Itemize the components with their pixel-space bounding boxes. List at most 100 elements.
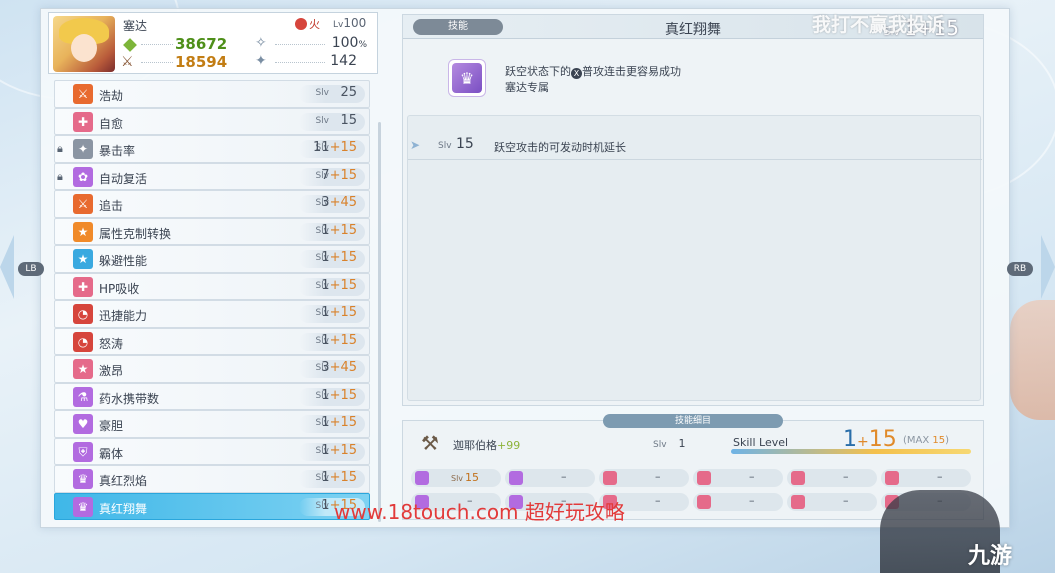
skill-list: ⚔ 浩劫 Slv 25 ✚ 自愈 Slv 15 🔒︎ ✦ 暴击率 Slv 11+15 🔒︎ ✿ 自动复活 Slv… — [54, 80, 370, 520]
skill-name: 真红烈焰 — [99, 474, 148, 488]
character-portrait — [53, 16, 115, 72]
rb-button[interactable]: RB — [1007, 262, 1033, 276]
skill-row[interactable]: ♛ 真红翔舞 Slv 1+15 — [54, 492, 370, 520]
slot-value: – — [843, 494, 849, 507]
cross-icon: ✚ — [73, 111, 93, 132]
left-panel: 塞达 火 Lv100 ⚔ 38672 18594 ✧ ✦ 100% 142 ⚔ 浩… — [48, 12, 381, 524]
slot-icon — [791, 495, 805, 509]
prev-page-arrow[interactable] — [0, 235, 14, 299]
slot-icon — [885, 471, 899, 485]
hp-value: 38672 — [175, 35, 228, 53]
attack-value: 18594 — [175, 53, 228, 71]
character-icon: ♛ — [73, 496, 93, 517]
slot-value: – — [749, 470, 755, 483]
watermark-top: 我打不赢我投诉 — [812, 14, 946, 36]
skill-row[interactable]: ★ 躲避性能 Slv 1+15 — [54, 245, 370, 273]
slot-icon — [697, 471, 711, 485]
watermark-bottom: www.18touch.com 超好玩攻略 — [334, 500, 625, 524]
crit-icon: ✦ — [73, 139, 93, 159]
skill-row[interactable]: 🔒︎ ✦ 暴击率 Slv 11+15 — [54, 135, 370, 163]
star-icon: ★ — [73, 221, 93, 242]
revive-icon: ✿ — [73, 166, 93, 187]
next-page-arrow[interactable] — [1041, 235, 1055, 299]
slot-value: – — [843, 470, 849, 483]
skill-level-label: Skill Level — [733, 436, 789, 449]
skill-row[interactable]: ★ 属性克制转换 Slv 1+15 — [54, 217, 370, 245]
skill-row[interactable]: 🔒︎ ✿ 自动复活 Slv 7+15 — [54, 162, 370, 190]
skill-name: 怒涛 — [99, 336, 124, 351]
skill-name: 迅捷能力 — [99, 309, 148, 323]
character-card: 塞达 火 Lv100 ⚔ 38672 18594 ✧ ✦ 100% 142 — [48, 12, 378, 74]
skill-level-label: Slv — [315, 115, 329, 126]
slot-value: – — [749, 494, 755, 507]
skill-slot[interactable]: – — [787, 493, 877, 511]
arrow-right-icon: ➤ — [410, 138, 421, 152]
skill-slot[interactable]: – — [693, 469, 783, 487]
skill-name: 自动复活 — [99, 171, 148, 186]
skill-level-value: 25 — [340, 85, 357, 100]
skill-slot[interactable]: – — [505, 469, 595, 487]
character-name: 塞达 — [123, 19, 148, 33]
speed-icon: ◔ — [73, 331, 93, 352]
skill-level-value: 1+15 — [321, 415, 357, 430]
x-button-icon: X — [571, 68, 582, 79]
skill-level-label: Slv — [315, 88, 329, 98]
effect-list: ➤ Slv 15 跃空攻击的可发动时机延长 — [407, 115, 982, 401]
star-icon: ★ — [73, 359, 93, 379]
skill-name: 躲避性能 — [99, 254, 148, 268]
shield-icon: ⛨ — [73, 441, 93, 462]
skill-level-value: 3+45 — [321, 195, 357, 210]
skill-level-value: 1+15 — [321, 305, 357, 320]
skill-level-value: 1+15 — [321, 387, 357, 403]
skill-row[interactable]: ⚔ 浩劫 Slv 25 — [54, 80, 370, 108]
skill-row[interactable]: ★ 激昂 Slv 3+45 — [54, 355, 370, 383]
skill-row[interactable]: ♥ 豪胆 Slv 1+15 — [54, 410, 370, 438]
weapon-skill-level: Slv 1 — [653, 437, 686, 450]
slot-value: – — [561, 470, 567, 483]
skill-slot[interactable]: – — [881, 469, 971, 487]
skill-row[interactable]: ◔ 怒涛 Slv 1+15 — [54, 327, 370, 355]
slot-icon — [697, 495, 711, 509]
skill-slot[interactable]: – — [787, 469, 877, 487]
skill-level-value: 15 — [340, 112, 357, 128]
character-icon: ♛ — [452, 63, 482, 93]
weapon-icon: ⚒ — [421, 431, 439, 455]
skill-name: 自愈 — [99, 116, 124, 131]
skill-stat-icon: ✦ — [255, 53, 267, 69]
slot-icon — [415, 471, 429, 485]
skill-list-scrollbar[interactable] — [378, 122, 381, 522]
lb-button[interactable]: LB — [18, 262, 44, 276]
skill-row[interactable]: ✚ 自愈 Slv 15 — [54, 107, 370, 135]
skill-name: 真红翔舞 — [99, 501, 148, 516]
fire-icon — [295, 18, 307, 30]
effect-row: ➤ Slv 15 跃空攻击的可发动时机延长 — [408, 130, 982, 160]
skill-level-value: 1+15 — [321, 442, 357, 458]
skill-detail-panel: 技能 真红翔舞 Slv 1+15 ♛ 跃空状态下的 X 普攻连击更容易成功 塞达专属 … — [402, 14, 984, 406]
character-level: Lv100 — [333, 16, 367, 30]
skill-row[interactable]: ◔ 迅捷能力 Slv 1+15 — [54, 300, 370, 328]
skill-level-value: 1+15 — [321, 250, 357, 265]
slot-icon — [603, 471, 617, 485]
skill-row[interactable]: ✚ HP吸收 Slv 1+15 — [54, 272, 370, 300]
crit-icon: ✧ — [255, 35, 267, 51]
skill-row[interactable]: ♛ 真红烈焰 Slv 1+15 — [54, 465, 370, 493]
attack-icon: ⚔ — [121, 54, 134, 70]
skill-level-value: 1+15 — [321, 277, 357, 293]
skill-row[interactable]: ⚗ 药水携带数 Slv 1+15 — [54, 382, 370, 410]
lock-icon: 🔒︎ — [57, 169, 63, 183]
skill-level-value: 7+15 — [321, 167, 357, 183]
skill-level-total: 1+15 — [843, 427, 897, 452]
skill-row[interactable]: ⛨ 霸体 Slv 1+15 — [54, 437, 370, 465]
speed-icon: ◔ — [73, 304, 93, 324]
element-badge: 火 — [295, 16, 320, 32]
skill-level-value: 11+15 — [313, 140, 357, 155]
skill-name: 暴击率 — [99, 144, 136, 158]
skill-slot[interactable]: – — [599, 469, 689, 487]
sword-icon: ⚔ — [73, 194, 93, 214]
skill-slot[interactable]: – — [693, 493, 783, 511]
cross-icon: ✚ — [73, 276, 93, 297]
star-icon: ★ — [73, 249, 93, 269]
skill-slot[interactable]: Slv 15 — [411, 469, 501, 487]
lock-icon: 🔒︎ — [57, 142, 63, 155]
skill-row[interactable]: ⚔ 追击 Slv 3+45 — [54, 190, 370, 218]
